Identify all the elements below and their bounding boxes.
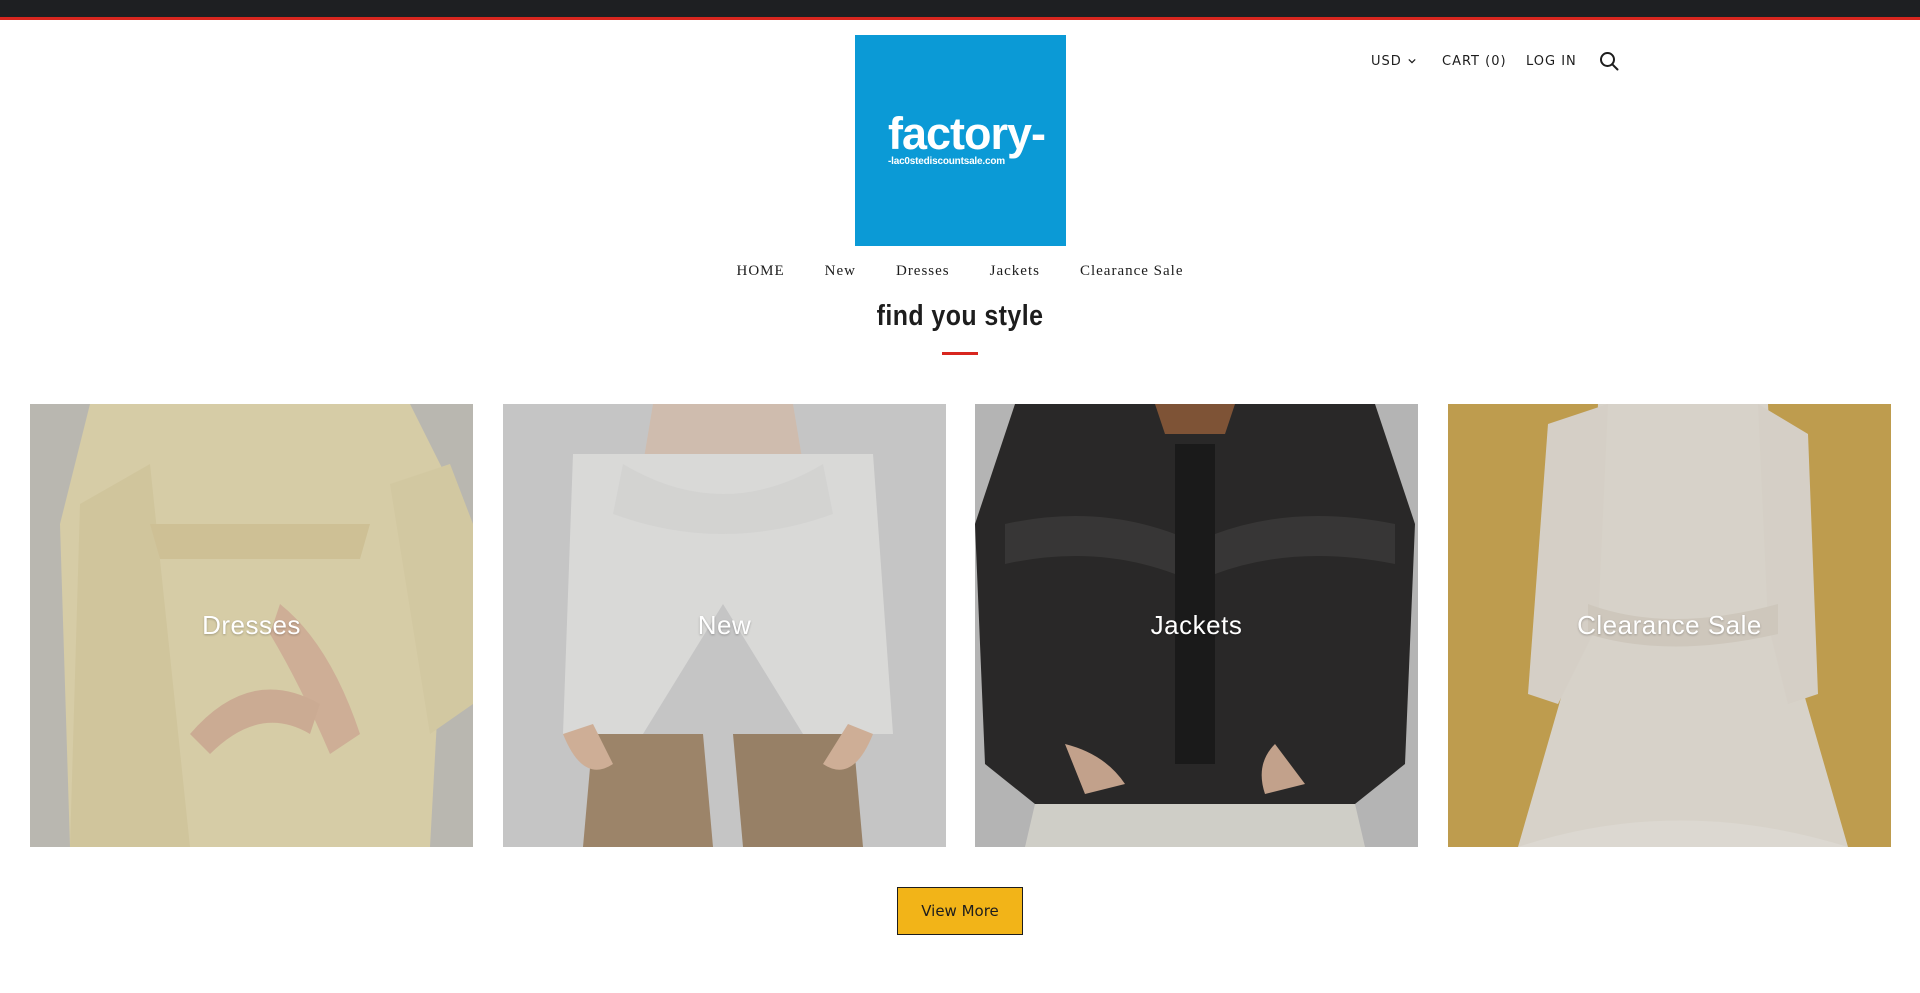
collection-tile-new[interactable]: New [503,404,946,847]
section-heading: find you style [876,300,1044,332]
nav-item-home[interactable]: HOME [736,263,784,280]
store-logo[interactable]: factory- -lac0stediscountsale.com [855,35,1066,246]
announcement-bar [0,0,1920,20]
heading-underline [942,352,978,355]
nav-item-jackets[interactable]: Jackets [990,263,1040,280]
cart-link[interactable]: CART (0) [1442,52,1507,70]
search-icon[interactable] [1599,51,1619,71]
collection-label: Dresses [202,610,301,640]
currency-selector[interactable]: USD [1371,52,1416,70]
main-nav: HOME New Dresses Jackets Clearance Sale [0,263,1920,280]
nav-item-clearance-sale[interactable]: Clearance Sale [1080,263,1184,280]
logo-text: factory- [888,108,1046,159]
collection-label: Jackets [1150,610,1243,640]
currency-label: USD [1371,53,1402,69]
collection-tile-dresses[interactable]: Dresses [30,404,473,847]
nav-item-dresses[interactable]: Dresses [896,263,950,280]
view-more-button[interactable]: View More [897,887,1023,935]
collection-label: Clearance Sale [1577,610,1762,640]
collection-tile-clearance-sale[interactable]: Clearance Sale [1448,404,1891,847]
logo-subtext: -lac0stediscountsale.com [888,156,1005,167]
collection-label: New [697,610,752,640]
login-link[interactable]: LOG IN [1526,52,1577,70]
collection-tile-jackets[interactable]: Jackets [975,404,1418,847]
nav-item-new[interactable]: New [825,263,856,280]
chevron-down-icon [1408,58,1416,64]
